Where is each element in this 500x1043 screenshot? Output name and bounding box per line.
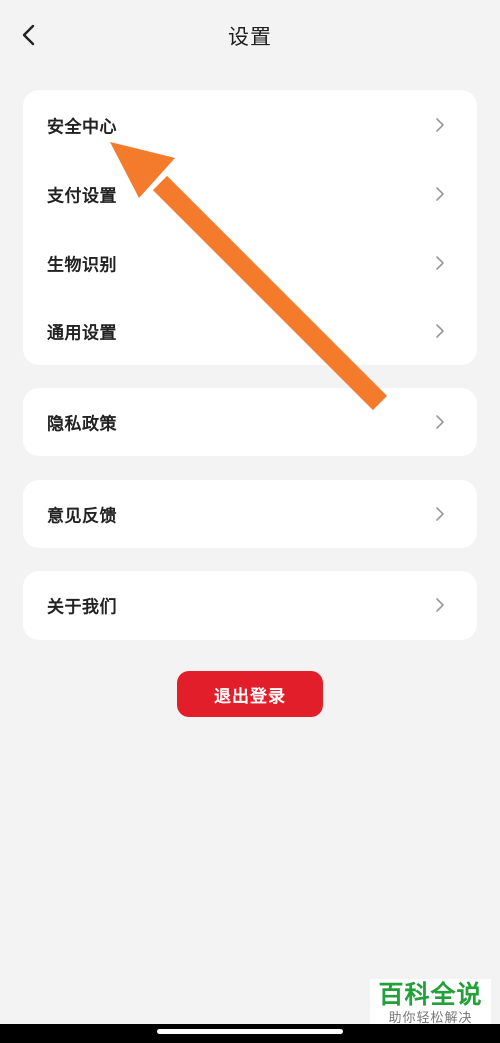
chevron-right-icon <box>436 507 444 521</box>
settings-item-biometrics[interactable]: 生物识别 <box>23 229 477 297</box>
settings-group-card: 安全中心 支付设置 生物识别 通用设置 <box>23 90 477 365</box>
about-card: 关于我们 <box>23 571 477 640</box>
logout-button[interactable]: 退出登录 <box>177 671 323 717</box>
settings-item-privacy-policy[interactable]: 隐私政策 <box>23 388 477 456</box>
page-title: 设置 <box>228 25 272 49</box>
feedback-card: 意见反馈 <box>23 480 477 548</box>
settings-item-payment[interactable]: 支付设置 <box>23 160 477 228</box>
settings-item-label: 支付设置 <box>47 186 117 207</box>
chevron-right-icon <box>436 118 444 132</box>
settings-item-label: 生物识别 <box>47 255 117 276</box>
settings-item-feedback[interactable]: 意见反馈 <box>23 480 477 548</box>
privacy-card: 隐私政策 <box>23 388 477 456</box>
chevron-right-icon <box>436 187 444 201</box>
settings-item-security-center[interactable]: 安全中心 <box>23 91 477 159</box>
settings-item-label: 隐私政策 <box>47 414 117 435</box>
chevron-right-icon <box>436 324 444 338</box>
settings-item-label: 关于我们 <box>47 597 117 618</box>
nav-bar: 设置 <box>0 0 500 72</box>
settings-item-general[interactable]: 通用设置 <box>23 297 477 365</box>
settings-item-about-us[interactable]: 关于我们 <box>23 571 477 639</box>
chevron-right-icon <box>436 415 444 429</box>
chevron-right-icon <box>436 598 444 612</box>
home-indicator[interactable] <box>157 1029 343 1034</box>
watermark-title: 百科全说 <box>378 980 483 1009</box>
settings-item-label: 通用设置 <box>47 323 117 344</box>
settings-item-label: 安全中心 <box>47 117 117 138</box>
settings-item-label: 意见反馈 <box>47 506 117 527</box>
chevron-right-icon <box>436 256 444 270</box>
